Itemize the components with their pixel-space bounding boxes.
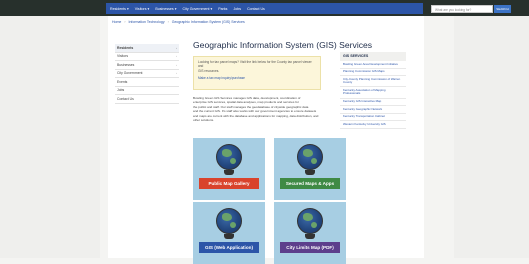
breadcrumb-current: Geographic Information System (GIS) Serv… [171,20,245,24]
sidebar-menu: Residents › Visitors › Businesses › City Go… [115,44,179,104]
sidebar-item-businesses[interactable]: Businesses › [115,61,179,70]
chevron-right-icon: › [176,71,177,76]
sidebox-link[interactable]: Bowling Green Area Development Initiativ… [340,61,406,69]
public-map-gallery-tile[interactable]: Public Map Gallery [193,138,265,200]
breadcrumb-separator: › [124,20,126,24]
sidebox-link[interactable]: Kentucky GIS Interactive Map [340,99,406,107]
sidebar-item-label: Jobs [117,88,125,93]
sidebar-item-city-government[interactable]: City Government › [115,70,179,78]
sidebar-item-label: Contact Us [117,96,134,101]
tile-label: Secured Maps & Apps [280,178,340,189]
secured-maps-tile[interactable]: Secured Maps & Apps [274,138,346,200]
nav-item-residents[interactable]: Residents ▾ [110,7,129,11]
tile-label: GIS (Web Application) [199,242,259,253]
sidebar-item-contact[interactable]: Contact Us [115,95,179,104]
sidebar-item-visitors[interactable]: Visitors › [115,53,179,61]
globe-icon [216,144,242,170]
search-input[interactable]: What are you looking for? [431,5,493,13]
city-limits-map-tile[interactable]: City Limits Map (PDF) [274,202,346,264]
gis-services-sidebox: GIS SERVICES Bowling Green Area Developm… [340,52,406,129]
nav-item-parks[interactable]: Parks [218,7,227,11]
breadcrumb-separator: › [167,20,169,24]
page-background-left [0,0,100,258]
page-background-right [454,0,529,258]
sidebar-item-label: Businesses [117,62,135,67]
chevron-right-icon: › [176,62,177,67]
notice-text: GIS resources. [198,68,220,73]
globe-stand-icon [305,170,315,175]
sidebar-item-label: Residents [117,45,134,50]
tax-map-link[interactable]: Make a tax map inquiry/purchase [198,76,316,80]
nav-item-visitors[interactable]: Visitors ▾ [135,7,150,11]
notice-box: Looking for tax parcel maps? Visit the l… [193,56,321,90]
sidebar-item-residents[interactable]: Residents › [115,44,179,53]
sidebar-item-label: Visitors [117,54,129,59]
sidebar-item-jobs[interactable]: Jobs [115,87,179,95]
globe-icon [297,144,323,170]
sidebox-link[interactable]: Kentucky Association of Mapping Professi… [340,87,406,99]
intro-paragraph: Bowling Green GIS Services manages GIS d… [193,96,321,122]
nav-item-businesses[interactable]: Businesses ▾ [155,7,176,11]
sidebar-item-events[interactable]: Events [115,78,179,87]
globe-stand-icon [305,234,315,239]
chevron-right-icon: › [176,54,177,59]
notice-text: Looking for tax parcel maps? Visit the l… [198,60,312,69]
sidebox-link[interactable]: Kentucky Geographic Network [340,106,406,114]
globe-icon [216,208,242,234]
tile-label: City Limits Map (PDF) [280,242,340,253]
main-navigation: Residents ▾ Visitors ▾ Businesses ▾ City… [106,3,423,14]
intro-line: other solutions. [193,118,214,123]
search-button[interactable]: SEARCH [494,5,511,13]
nav-item-contact[interactable]: Contact Us [247,7,265,11]
sidebox-link[interactable]: Western Kentucky University GIS [340,121,406,129]
intro-line: and the current GIS. It's staff also wor… [193,109,317,114]
page-title: Geographic Information System (GIS) Serv… [193,40,373,50]
sidebox-link[interactable]: City-County Planning Commission of Warre… [340,76,406,88]
gis-web-application-tile[interactable]: GIS (Web Application) [193,202,265,264]
nav-item-city-government[interactable]: City Government ▾ [183,7,213,11]
sidebox-link[interactable]: Planning Commission GIS Maps [340,69,406,77]
chevron-right-icon: › [176,45,177,50]
breadcrumb-home[interactable]: Home [112,20,121,24]
sidebox-link[interactable]: Kentucky Transportation Cabinet [340,114,406,122]
breadcrumb-information-technology[interactable]: Information Technology [128,20,164,24]
nav-item-jobs[interactable]: Jobs [233,7,241,11]
breadcrumb: Home › Information Technology › Geograph… [112,20,247,24]
sidebar-item-label: City Government [117,71,143,76]
globe-stand-icon [224,170,234,175]
tile-label: Public Map Gallery [199,178,259,189]
globe-stand-icon [224,234,234,239]
sidebox-heading: GIS SERVICES [340,52,406,61]
globe-icon [297,208,323,234]
sidebar-item-label: Events [117,79,128,84]
